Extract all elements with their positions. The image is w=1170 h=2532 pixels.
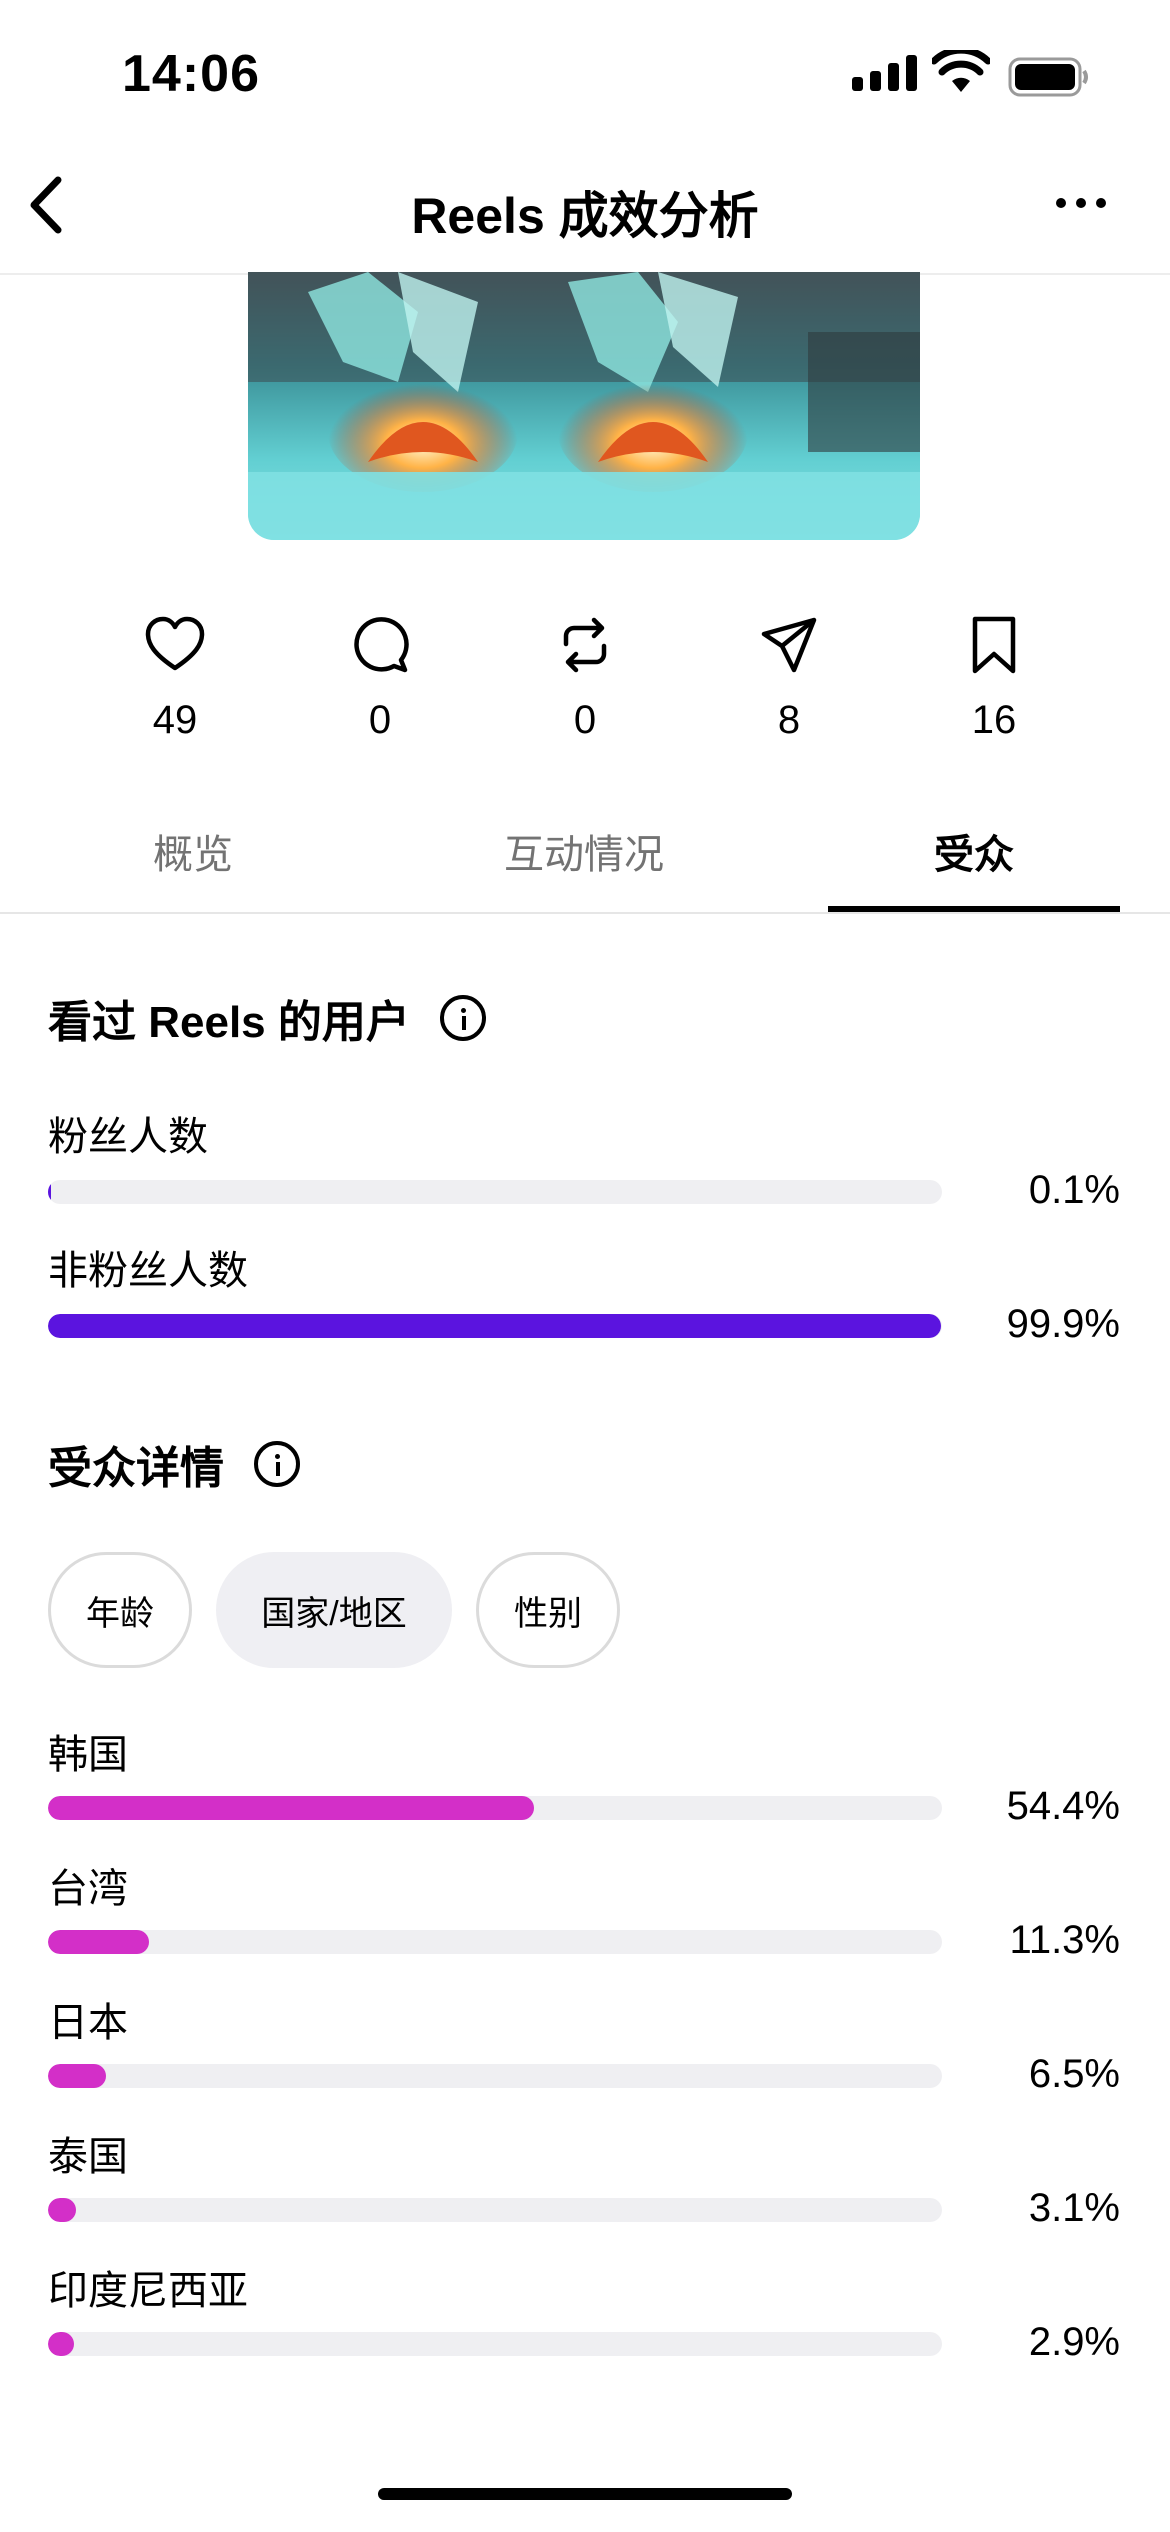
country-bar-fill	[48, 2198, 76, 2222]
country-bar-fill	[48, 1930, 150, 1954]
followers-label: 粉丝人数	[48, 1115, 208, 1159]
status-time: 14:06	[122, 45, 260, 103]
chip-age[interactable]: 年龄	[48, 1552, 192, 1668]
followers-percent: 0.1%	[1028, 1168, 1120, 1212]
country-percent: 3.1%	[1028, 2186, 1120, 2230]
page-title: Reels 成效分析	[411, 188, 759, 244]
bookmark-icon	[972, 616, 1016, 674]
reel-thumbnail[interactable]	[248, 272, 920, 540]
tab-audience[interactable]: 受众	[874, 822, 1074, 880]
wifi-icon	[932, 50, 990, 92]
viewers-section-header: 看过 Reels 的用户	[48, 986, 486, 1050]
country-percent: 54.4%	[1006, 1784, 1120, 1828]
chip-gender[interactable]: 性别	[476, 1552, 620, 1668]
country-bar-track	[48, 1930, 942, 1954]
country-bar-fill	[48, 2332, 74, 2356]
saves-metric: 16	[929, 614, 1059, 743]
followers-bar-track	[48, 1180, 942, 1204]
battery-icon	[1008, 57, 1088, 97]
country-bar-fill	[48, 1796, 535, 1820]
reposts-metric: 0	[520, 614, 650, 743]
country-label: 印度尼西亚	[48, 2269, 248, 2313]
non-followers-bar-track	[48, 1314, 942, 1338]
country-percent: 11.3%	[1009, 1918, 1120, 1962]
country-label: 台湾	[48, 1867, 128, 1911]
reposts-count: 0	[573, 698, 597, 742]
country-label: 泰国	[48, 2135, 128, 2179]
tab-overview[interactable]: 概览	[93, 822, 293, 880]
heart-icon	[145, 616, 205, 671]
non-followers-label: 非粉丝人数	[48, 1249, 248, 1293]
non-followers-percent: 99.9%	[1006, 1302, 1120, 1346]
viewers-section-title: 看过 Reels 的用户	[48, 998, 410, 1047]
shares-metric: 8	[724, 614, 854, 743]
repost-icon	[563, 617, 607, 673]
thumbnail-artwork	[248, 272, 920, 540]
likes-count: 49	[152, 698, 198, 742]
country-bar-track	[48, 2332, 942, 2356]
country-percent: 6.5%	[1028, 2052, 1120, 2096]
country-label: 日本	[48, 2001, 128, 2045]
audience-details-header: 受众详情	[48, 1432, 300, 1496]
chip-country-region[interactable]: 国家/地区	[216, 1552, 452, 1668]
cellular-signal-icon	[852, 55, 917, 91]
share-icon	[761, 617, 817, 673]
country-bar-track	[48, 2198, 942, 2222]
more-options-icon[interactable]	[1056, 198, 1106, 208]
audience-details-title: 受众详情	[48, 1444, 224, 1493]
tab-interactions[interactable]: 互动情况	[484, 822, 684, 880]
country-bar-track	[48, 2064, 942, 2088]
tabs-divider	[0, 912, 1170, 914]
country-bar-track	[48, 1796, 942, 1820]
comments-metric: 0	[315, 614, 445, 743]
home-indicator[interactable]	[378, 2488, 792, 2500]
shares-count: 8	[777, 698, 801, 742]
likes-metric: 49	[110, 614, 240, 743]
followers-bar-fill	[48, 1180, 51, 1204]
comments-count: 0	[368, 698, 392, 742]
country-label: 韩国	[48, 1733, 128, 1777]
comment-icon	[354, 617, 409, 673]
info-icon[interactable]	[254, 1441, 300, 1487]
country-bar-fill	[48, 2064, 107, 2088]
country-percent: 2.9%	[1028, 2320, 1120, 2364]
non-followers-bar-fill	[48, 1314, 942, 1338]
saves-count: 16	[971, 698, 1017, 742]
info-icon[interactable]	[439, 995, 486, 1041]
